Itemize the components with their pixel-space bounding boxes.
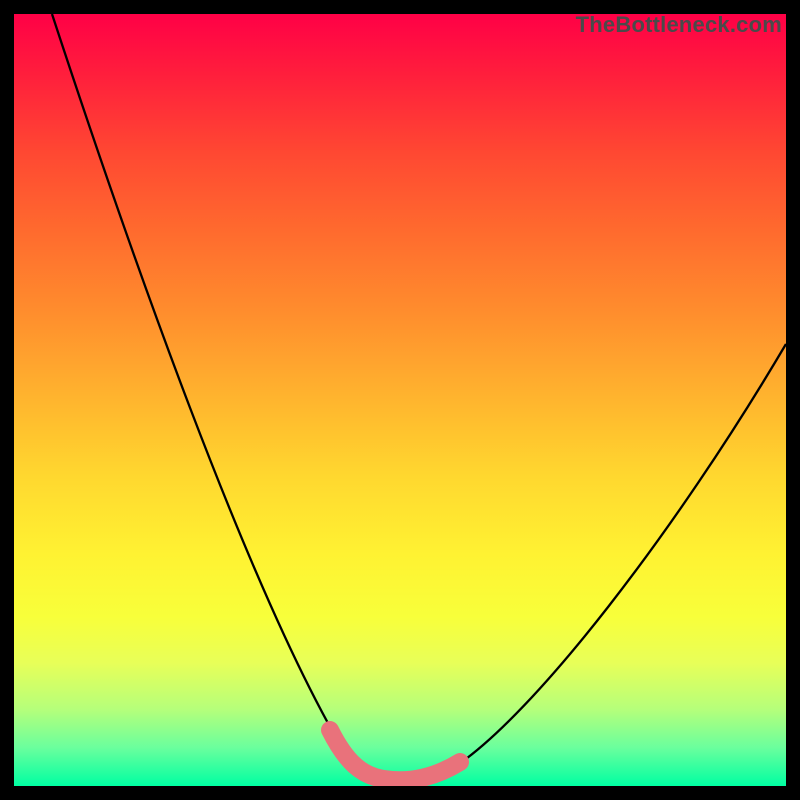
bottleneck-curve [52,14,786,780]
optimal-band-highlight [330,730,460,780]
plot-area [14,14,786,786]
curve-layer [14,14,786,786]
chart-frame: TheBottleneck.com [0,0,800,800]
